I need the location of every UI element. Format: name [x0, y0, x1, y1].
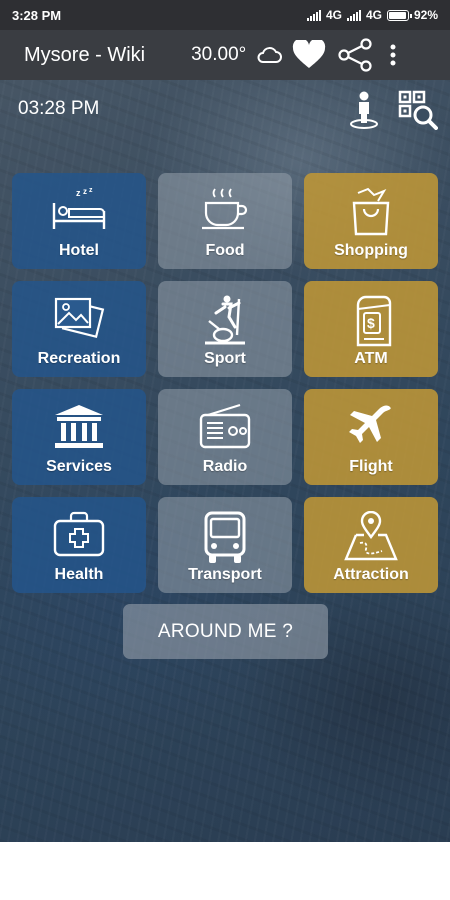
svg-text:z: z: [89, 187, 93, 194]
signal-icon: [306, 9, 321, 21]
share-icon[interactable]: [336, 38, 374, 72]
tile-label: Services: [46, 458, 112, 475]
bus-icon: [204, 511, 246, 563]
tile-atm[interactable]: $ ATM: [304, 281, 438, 377]
qr-search-icon[interactable]: [398, 90, 438, 135]
bank-building-icon: [55, 405, 103, 448]
tile-food[interactable]: Food: [158, 173, 292, 269]
tile-attraction[interactable]: Attraction: [304, 497, 438, 593]
status-icons: 4G 4G 92%: [306, 8, 438, 22]
header-actions: [348, 90, 438, 135]
signal-icon-2: [346, 9, 361, 21]
tile-label: Food: [205, 242, 245, 259]
first-aid-kit-icon: [53, 511, 105, 557]
tile-hotel[interactable]: zzz Hotel: [12, 173, 146, 269]
tile-services[interactable]: Services: [12, 389, 146, 485]
cloud-icon: [256, 46, 283, 64]
tile-label: Recreation: [37, 350, 121, 367]
heart-icon[interactable]: [292, 40, 326, 70]
svg-text:$: $: [367, 315, 375, 331]
shopping-bag-icon: [352, 187, 390, 236]
tile-transport[interactable]: Transport: [158, 497, 292, 593]
battery-percent: 92%: [413, 8, 438, 22]
map-pin-icon: [344, 511, 398, 561]
atm-machine-icon: $: [356, 295, 392, 347]
tile-label: Attraction: [333, 566, 409, 583]
category-grid: zzz Hotel Food Shopping Recreation Sport…: [12, 173, 439, 593]
tile-recreation[interactable]: Recreation: [12, 281, 146, 377]
tile-label: Shopping: [334, 242, 408, 259]
more-vert-icon[interactable]: [390, 44, 396, 66]
app-title: Mysore - Wiki: [24, 43, 146, 66]
tile-flight[interactable]: Flight: [304, 389, 438, 485]
radio-icon: [199, 403, 251, 449]
current-time: 03:28 PM: [18, 98, 100, 119]
elliptical-trainer-icon: [205, 295, 245, 345]
tile-label: Sport: [204, 350, 246, 367]
tile-shopping[interactable]: Shopping: [304, 173, 438, 269]
tile-label: Flight: [349, 458, 393, 475]
bed-icon: zzz: [52, 187, 106, 229]
tile-health[interactable]: Health: [12, 497, 146, 593]
app-bar: Mysore - Wiki 30.00°: [0, 30, 450, 80]
tile-label: Hotel: [59, 242, 99, 259]
status-bar: 3:28 PM 4G 4G 92%: [0, 0, 450, 30]
svg-text:z: z: [76, 188, 81, 198]
photos-icon: [54, 297, 105, 339]
battery-icon: [386, 9, 412, 21]
network-label-1: 4G: [325, 8, 342, 22]
airplane-icon: [349, 405, 391, 443]
tile-radio[interactable]: Radio: [158, 389, 292, 485]
network-label-2: 4G: [365, 8, 382, 22]
tile-label: Radio: [202, 458, 248, 475]
temperature: 30.00°: [191, 44, 247, 65]
person-pin-icon[interactable]: [348, 90, 380, 135]
tile-label: ATM: [354, 350, 388, 367]
status-time: 3:28 PM: [12, 7, 62, 23]
tile-label: Transport: [188, 566, 262, 583]
around-me-button[interactable]: AROUND ME ?: [123, 604, 328, 659]
svg-text:z: z: [83, 187, 87, 196]
tile-label: Health: [54, 566, 104, 583]
tile-sport[interactable]: Sport: [158, 281, 292, 377]
coffee-cup-icon: [202, 188, 248, 230]
